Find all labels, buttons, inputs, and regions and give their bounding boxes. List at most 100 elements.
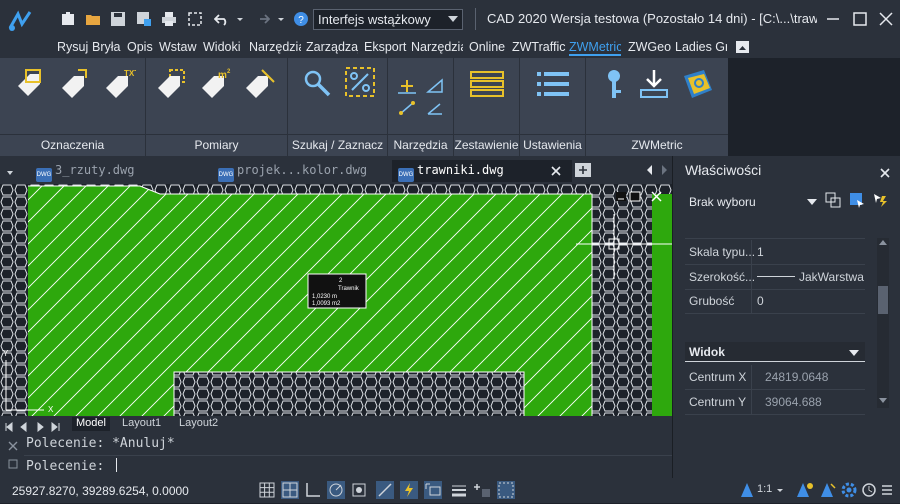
measure-m2-icon[interactable]: m2 [198,66,234,102]
ortho-icon[interactable] [304,481,322,499]
lineweight-icon[interactable] [450,481,468,499]
menu-eksport[interactable]: Eksport [364,40,406,54]
annotation-scale-value[interactable]: 1:1 [757,483,772,495]
redo-dropdown-icon[interactable] [273,11,284,27]
menu-wstaw[interactable]: Wstaw [159,40,197,54]
annotation-visibility-icon[interactable] [796,481,814,499]
search-icon[interactable] [302,68,332,98]
menu-widoki[interactable]: Widoki [203,40,241,54]
close-icon[interactable] [876,9,896,29]
help-icon[interactable]: ? [293,11,309,27]
scroll-thumb[interactable] [878,286,888,314]
prop-row[interactable]: Centrum Y 39064.688 [685,390,865,414]
tab-trawniki[interactable]: DWG trawniki.dwg [392,160,572,182]
download-icon[interactable] [638,68,670,100]
ribbon-toggle-icon[interactable] [736,41,749,53]
menu-ladies[interactable]: Ladies Gr [675,40,727,54]
snap-icon[interactable] [281,481,299,499]
print-icon[interactable] [161,11,177,27]
polar-icon[interactable] [327,481,345,499]
open-folder-icon[interactable] [85,11,101,27]
prop-row[interactable]: Szerokość... JakWarstwa [685,265,865,289]
new-file-icon[interactable] [60,11,76,27]
help-book-icon[interactable] [680,66,716,102]
layout-tab-layout1[interactable]: Layout1 [118,417,165,431]
close-command-icon[interactable] [8,438,18,451]
customize-menu-icon[interactable] [880,481,894,499]
selection-cycling-icon[interactable] [497,481,515,499]
scroll-tabs-left-icon[interactable] [644,162,656,178]
minimize-icon[interactable] [823,9,843,29]
prop-row[interactable]: Skala typu... 1 [685,240,865,264]
properties-scrollbar[interactable] [877,238,889,408]
close-panel-icon[interactable] [879,166,891,178]
toggle-pickadd-icon[interactable] [825,192,841,208]
menu-zarzadzaj[interactable]: Zarządzaj [306,40,358,54]
save-icon[interactable] [110,11,126,27]
tag-text-icon[interactable]: TXT [100,66,136,102]
fullscreen-icon[interactable] [860,481,878,499]
angle-icon[interactable] [426,100,444,116]
menu-bryla[interactable]: Bryła [92,40,120,54]
table-icon[interactable] [469,70,505,98]
tab-projekt-kolor[interactable]: DWG projek...kolor.dwg [212,160,392,182]
menu-narzedzia-2[interactable]: Narzędzia [411,40,463,54]
prop-row[interactable]: Centrum X 24819.0648 [685,365,865,389]
document-tabs: DWG 3_rzuty.dwg DWG projek...kolor.dwg DWG… [0,156,672,184]
scroll-down-icon[interactable] [879,398,887,403]
undo-icon[interactable] [213,11,230,27]
select-filter-icon[interactable] [344,66,376,98]
triangle-icon[interactable] [426,78,444,94]
menu-zwtraffic[interactable]: ZWTraffic [512,40,565,54]
section-header-widok[interactable]: Widok [685,342,865,362]
redo-icon[interactable] [254,11,271,27]
scroll-tabs-right-icon[interactable] [658,162,670,178]
selection-dropdown[interactable]: Brak wyboru [685,191,819,211]
list-settings-icon[interactable] [535,70,571,98]
osnap-icon[interactable] [350,481,368,499]
auto-scale-icon[interactable] [818,481,836,499]
scroll-up-icon[interactable] [879,240,887,245]
menu-rysuj[interactable]: Rysuj [57,40,88,54]
command-settings-icon[interactable] [8,456,18,469]
command-input[interactable]: Polecenie: [26,458,666,474]
grid-icon[interactable] [258,481,276,499]
layout-tab-model[interactable]: Model [72,417,110,431]
gear-icon[interactable] [840,481,858,499]
scale-dropdown-icon[interactable] [775,481,785,499]
close-tab-icon[interactable] [550,165,562,177]
drawing-canvas[interactable]: 2 Trawnik 1,0230 m 1,0093 m2 X Y [0,184,672,416]
new-tab-icon[interactable] [575,163,591,177]
transparency-icon[interactable] [474,481,492,499]
measure-length-icon[interactable] [242,66,278,102]
prop-row[interactable]: Grubość 0 [685,289,865,313]
tag-arrow-icon[interactable] [56,66,92,102]
layout-tab-layout2[interactable]: Layout2 [175,417,222,431]
tab-menu-icon[interactable] [5,165,15,175]
maximize-icon[interactable] [850,9,870,29]
command-window: Polecenie: *Anuluj* Polecenie: [0,432,672,478]
annotation-scale-icon[interactable] [738,481,756,499]
layout-nav-icons[interactable] [4,419,64,433]
menu-zwmetric[interactable]: ZWMetric [569,40,621,56]
key-icon[interactable] [600,68,628,100]
select-objects-icon[interactable] [849,192,865,208]
menu-online[interactable]: Online [469,40,505,54]
workspace-select[interactable]: Interfejs wstążkowy [313,9,463,30]
otrack-icon[interactable] [376,481,394,499]
tag-icon[interactable] [12,66,48,102]
save-as-icon[interactable] [136,11,152,27]
zoom-extents-icon[interactable] [187,11,203,27]
menu-opis[interactable]: Opis [127,40,153,54]
dynamic-input-icon[interactable] [424,481,442,499]
add-point-icon[interactable] [398,78,416,94]
menu-zwgeo[interactable]: ZWGeo [628,40,671,54]
polyline-icon[interactable] [398,100,416,116]
undo-dropdown-icon[interactable] [232,11,243,27]
menu-narzedzia[interactable]: Narzędzia [249,40,301,54]
tab-3-rzuty[interactable]: DWG 3_rzuty.dwg [30,160,210,182]
measure-area-icon[interactable] [154,66,190,102]
dynamic-ucs-icon[interactable] [400,481,418,499]
txt-label: TXT [124,69,136,78]
quick-select-icon[interactable] [872,192,888,208]
